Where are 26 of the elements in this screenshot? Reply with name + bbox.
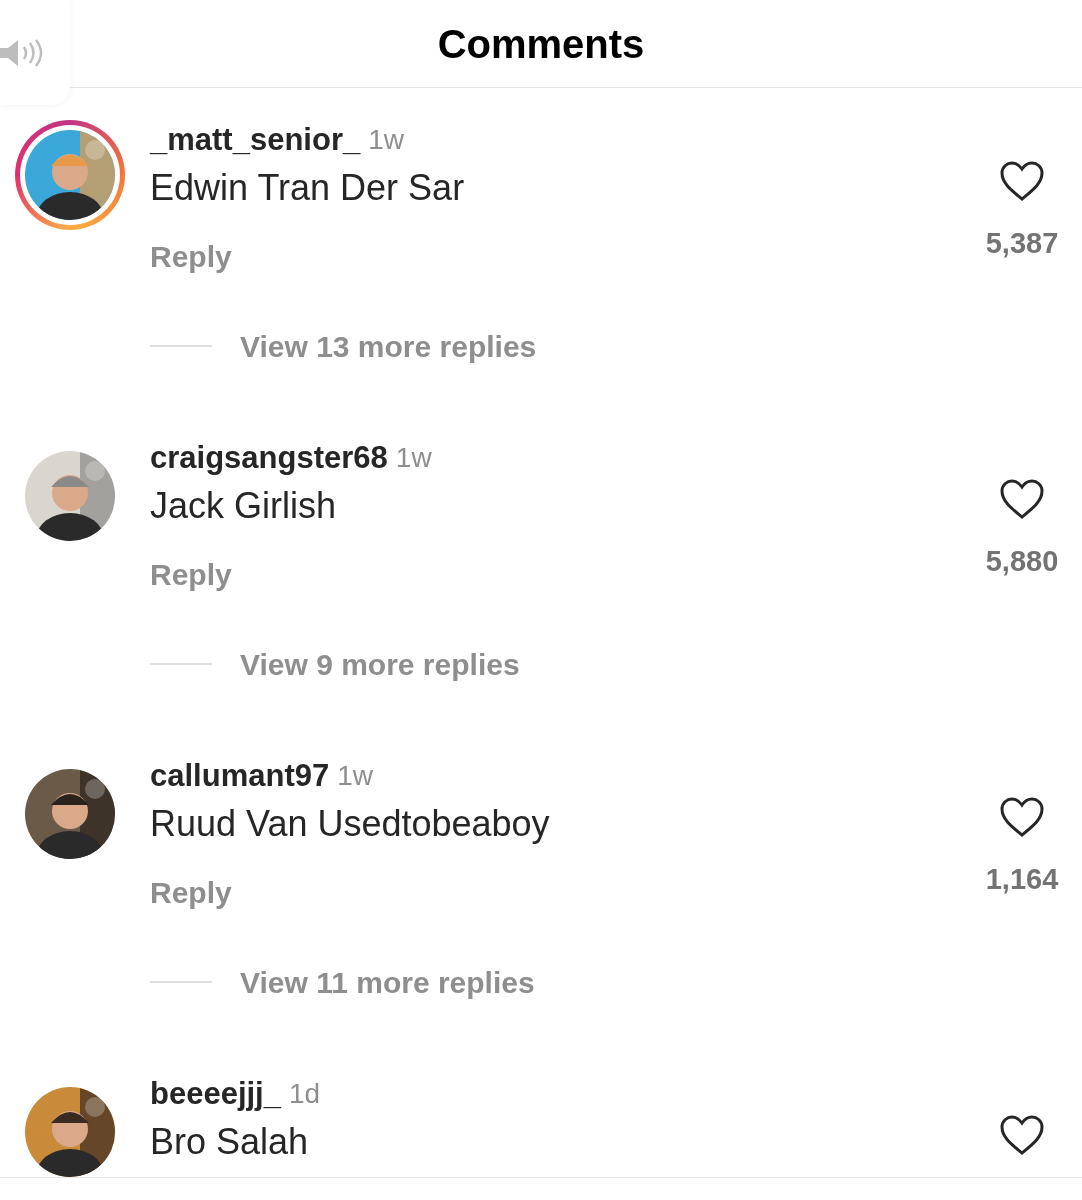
reply-link[interactable]: Reply (150, 869, 232, 915)
username[interactable]: _matt_senior_ (150, 116, 361, 164)
like-count: 5,880 (985, 544, 1059, 579)
comment-text: Edwin Tran Der Sar (150, 166, 465, 210)
comment-time: 1d (289, 1077, 321, 1111)
comment-time: 1w (395, 441, 432, 475)
view-replies-link[interactable]: View 11 more replies (240, 959, 535, 1005)
like-icon[interactable] (999, 478, 1045, 520)
username[interactable]: callumant97 (150, 752, 330, 800)
reply-link[interactable]: Reply (150, 233, 232, 279)
comment-time: 1w (337, 759, 373, 793)
comment-text: Bro Salah (150, 1120, 309, 1164)
comment-text: Jack Girlish (150, 484, 337, 528)
username[interactable]: craigsangster68 (150, 434, 388, 482)
comment-text: Ruud Van Usedtobeaboy (150, 802, 550, 846)
like-count: 1,164 (985, 862, 1059, 897)
header-title: Comments (437, 20, 645, 68)
view-replies-link[interactable]: View 9 more replies (240, 641, 520, 687)
like-count: 5,387 (985, 226, 1059, 261)
like-icon[interactable] (999, 1114, 1045, 1156)
comment-time: 1w (368, 123, 404, 157)
reply-link[interactable]: Reply (150, 551, 232, 597)
username[interactable]: beeeejjj_ (150, 1070, 281, 1118)
like-icon[interactable] (999, 160, 1045, 202)
like-icon[interactable] (999, 796, 1045, 838)
view-replies-link[interactable]: View 13 more replies (240, 323, 537, 369)
